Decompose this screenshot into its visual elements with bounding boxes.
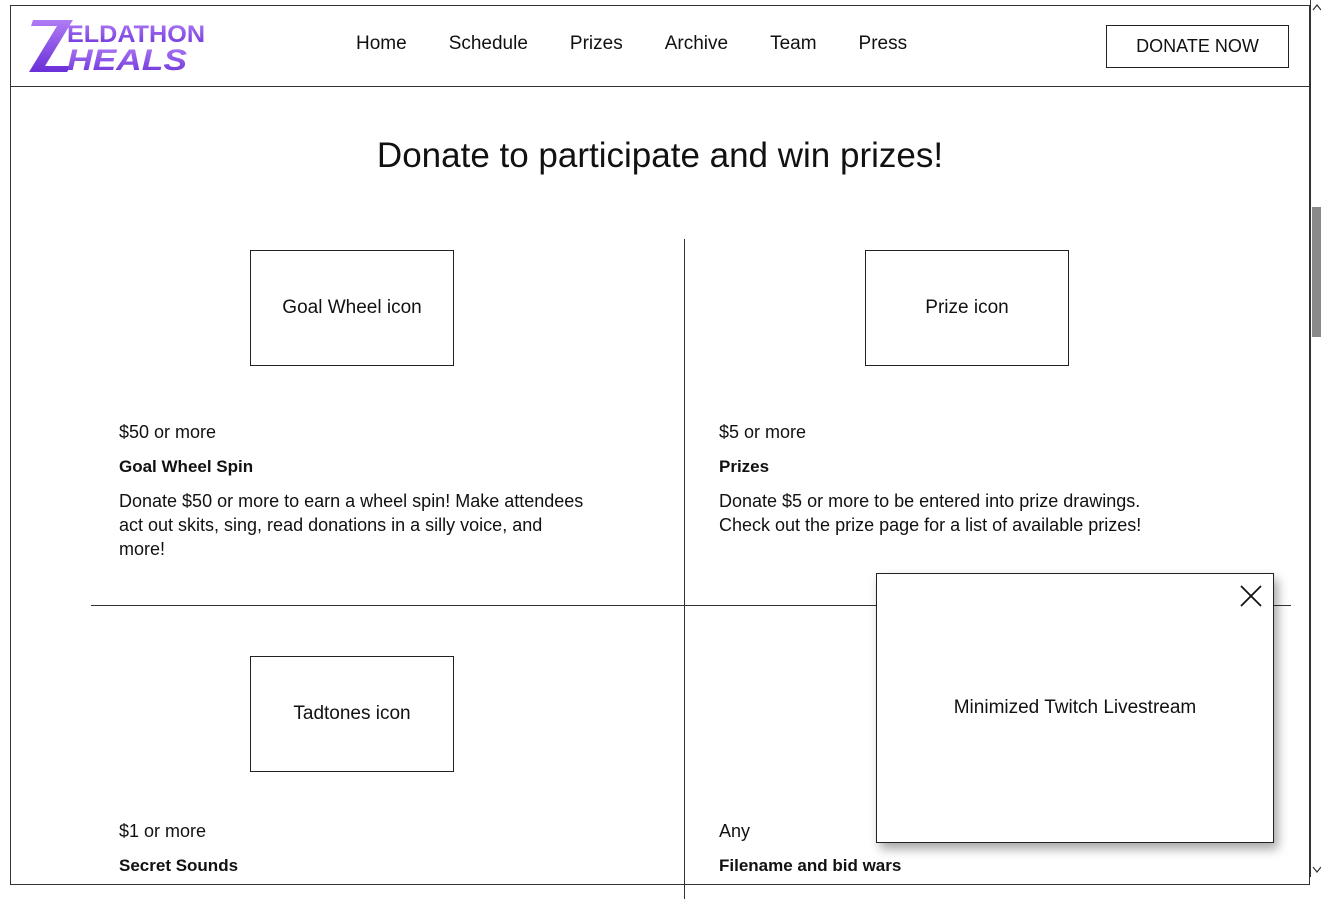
scrollbar-thumb[interactable] (1312, 207, 1321, 337)
card-secret-sounds: $1 or more Secret Sounds (119, 821, 589, 876)
nav-prizes[interactable]: Prizes (570, 33, 623, 55)
donate-now-button[interactable]: DONATE NOW (1106, 25, 1289, 68)
card-name: Secret Sounds (119, 856, 239, 875)
goal-wheel-icon: Goal Wheel icon (250, 250, 454, 366)
card-amount: $5 or more (719, 422, 807, 442)
card-prizes: $5 or more Prizes Donate $5 or more to b… (719, 422, 1179, 537)
vertical-scrollbar[interactable] (1310, 0, 1321, 877)
tadtones-icon: Tadtones icon (250, 656, 454, 772)
popup-label: Minimized Twitch Livestream (953, 697, 1197, 718)
site-header: ELDATHON HEALS Home Schedule Prizes Arch… (11, 6, 1309, 87)
prize-icon: Prize icon (865, 250, 1069, 366)
card-description: Donate $50 or more to earn a wheel spin!… (119, 491, 584, 559)
nav-home[interactable]: Home (356, 33, 407, 55)
card-name: Goal Wheel Spin (119, 457, 254, 476)
scroll-down-icon[interactable] (1312, 863, 1321, 875)
twitch-livestream-popup[interactable]: Minimized Twitch Livestream (876, 573, 1274, 843)
page-frame: ELDATHON HEALS Home Schedule Prizes Arch… (10, 5, 1310, 899)
card-name: Prizes (719, 457, 770, 476)
card-amount: $50 or more (119, 422, 217, 442)
nav-archive[interactable]: Archive (665, 33, 728, 55)
logo-line2: HEALS (67, 44, 187, 72)
main-nav: Home Schedule Prizes Archive Team Press (356, 33, 949, 55)
grid-divider-vertical (684, 239, 685, 899)
card-name: Filename and bid wars (719, 856, 902, 875)
card-goal-wheel: $50 or more Goal Wheel Spin Donate $50 o… (119, 422, 589, 561)
close-icon[interactable] (1239, 584, 1263, 608)
card-amount: $1 or more (119, 821, 207, 841)
nav-press[interactable]: Press (859, 33, 908, 55)
nav-team[interactable]: Team (770, 33, 816, 55)
nav-schedule[interactable]: Schedule (449, 33, 528, 55)
zeldathon-heals-logo[interactable]: ELDATHON HEALS (29, 14, 209, 72)
scroll-up-icon[interactable] (1312, 2, 1321, 14)
page-title: Donate to participate and win prizes! (376, 136, 944, 175)
card-description: Donate $5 or more to be entered into pri… (719, 491, 1142, 535)
